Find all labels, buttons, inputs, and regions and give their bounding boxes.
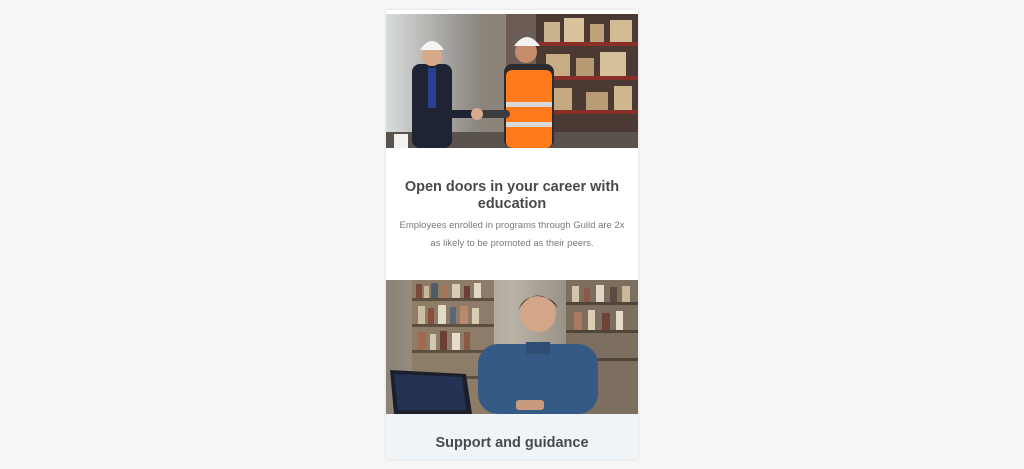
mobile-page-preview: Open doors in your career with education… (386, 10, 638, 459)
library-scene (386, 280, 638, 414)
card-title: Support and guidance (435, 435, 589, 451)
student-library-photo (386, 280, 638, 414)
laptop (390, 370, 472, 414)
career-education-card: Open doors in your career with education… (386, 148, 638, 280)
warehouse-scene (386, 14, 638, 148)
support-guidance-card: Support and guidance (386, 414, 638, 459)
card-title: Open doors in your career with education (404, 179, 620, 212)
warehouse-handshake-photo (386, 14, 638, 148)
card-description: Employees enrolled in programs through G… (399, 220, 625, 249)
